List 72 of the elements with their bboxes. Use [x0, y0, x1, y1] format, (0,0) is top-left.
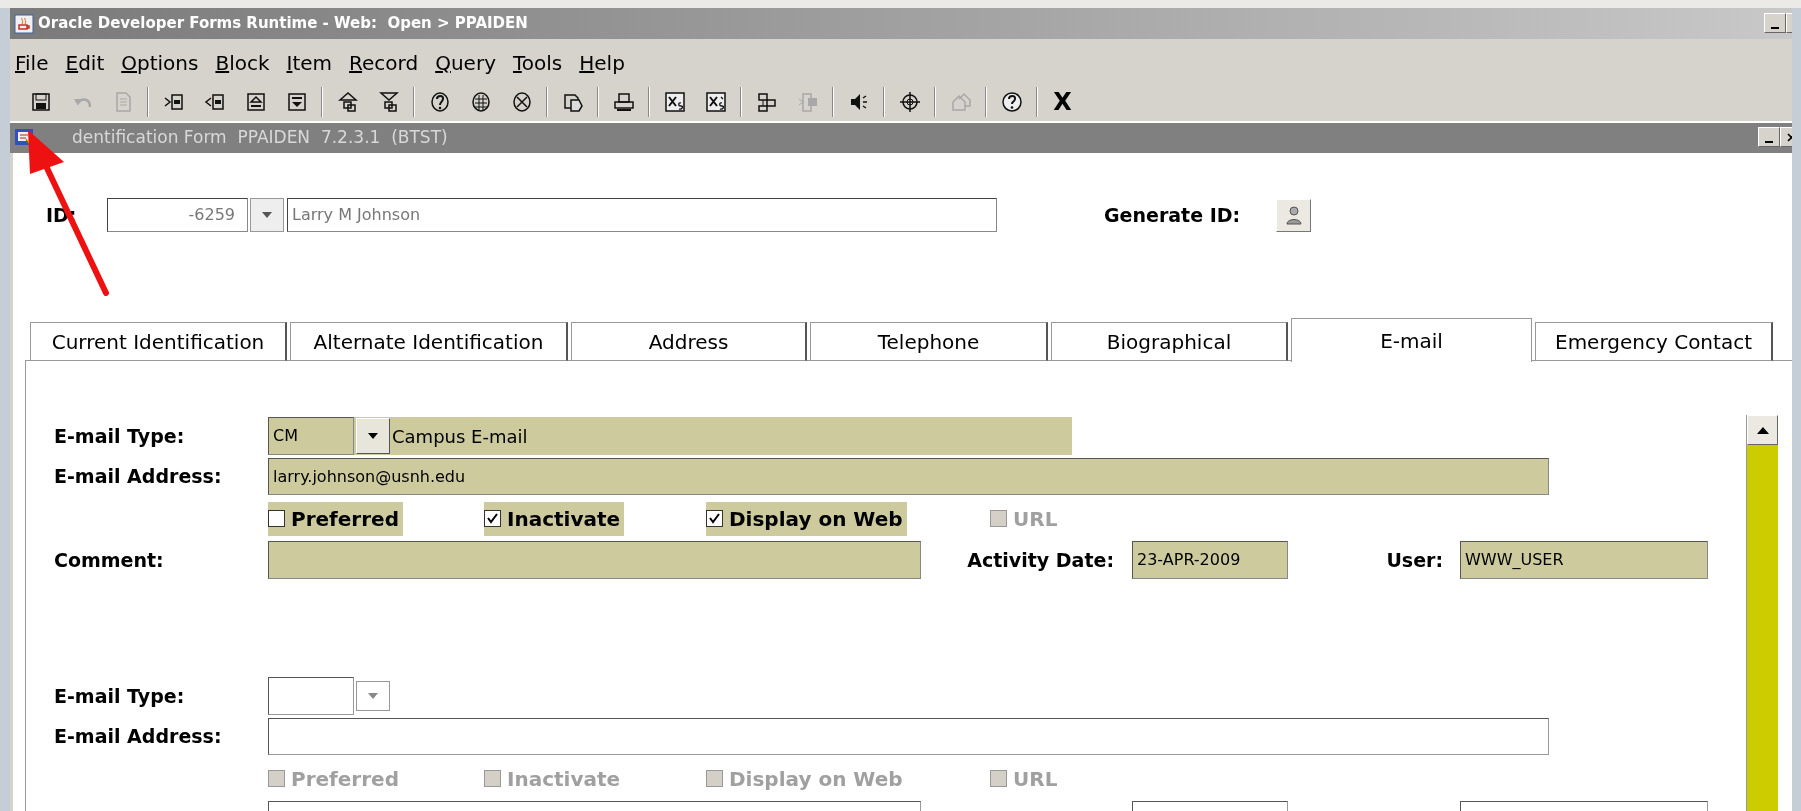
menu-item[interactable]: Edit — [65, 48, 105, 78]
activity-date-label: Activity Date: — [967, 547, 1114, 573]
checkbox-box[interactable] — [484, 510, 501, 527]
documents-icon — [561, 91, 584, 113]
person-icon — [1284, 205, 1303, 225]
user-label: User: — [1386, 547, 1443, 573]
help-icon — [1000, 91, 1023, 113]
down-stack-icon — [377, 91, 400, 113]
arrow-panel-icon — [162, 91, 185, 113]
checkbox[interactable]: Preferred — [268, 501, 403, 536]
checkbox-box[interactable] — [706, 510, 723, 527]
menu-item[interactable]: Item — [286, 48, 333, 78]
tab[interactable]: Telephone — [810, 322, 1048, 361]
email-address-label: E-mail Address: — [54, 465, 222, 488]
menu-item[interactable]: Tools — [512, 48, 563, 78]
comment-label: Comment: — [54, 548, 164, 571]
form-title: dentification Form PPAIDEN 7.2.3.1 (BTST) — [72, 126, 448, 150]
menu-item[interactable]: File — [15, 48, 49, 78]
checkbox[interactable]: Inactivate — [484, 501, 625, 536]
tab[interactable]: Biographical — [1051, 322, 1288, 361]
cross-drum-icon — [510, 91, 533, 113]
question-drum-icon — [428, 91, 451, 113]
caret-icon — [261, 211, 273, 219]
name-field[interactable]: Larry M Johnson — [287, 198, 997, 232]
houses-icon — [949, 91, 972, 113]
scrollbar[interactable] — [1746, 415, 1778, 811]
grid-drum-icon — [469, 91, 492, 113]
xs-icon — [704, 91, 727, 113]
email-type-label: E-mail Type: — [54, 424, 185, 447]
printer-icon — [612, 91, 635, 113]
minimize-button[interactable] — [1764, 13, 1786, 33]
menu-item[interactable]: Block — [215, 48, 270, 78]
crosshair-icon — [898, 91, 921, 113]
cup-icon — [14, 13, 34, 34]
menu-item[interactable]: Options — [121, 48, 199, 78]
boxes-icon — [755, 91, 778, 113]
close-icon — [1786, 132, 1792, 142]
boxes-icon — [796, 91, 819, 113]
id-field[interactable]: -6259 — [107, 198, 248, 232]
checkbox[interactable]: Display on Web — [706, 501, 907, 536]
type-description: Campus E-mail — [392, 424, 528, 449]
email-address-label: E-mail Address: — [54, 725, 222, 748]
type-code-field[interactable]: CM — [268, 417, 354, 455]
tab[interactable]: E-mail — [1291, 318, 1532, 362]
generate-id-label: Generate ID: — [1104, 202, 1241, 228]
minimize-button[interactable] — [1758, 127, 1780, 147]
tab[interactable]: Alternate Identification — [290, 322, 568, 361]
caret-icon — [367, 692, 379, 700]
email-type-label: E-mail Type: — [54, 684, 185, 707]
tab[interactable]: Emergency Contact — [1535, 322, 1773, 361]
generate-id-button[interactable] — [1276, 198, 1312, 232]
undo-arrow-icon — [72, 95, 91, 109]
tab[interactable]: Current Identification — [30, 322, 287, 361]
tab[interactable]: Address — [571, 322, 807, 361]
email-address-field[interactable]: larry.johnson@usnh.edu — [268, 458, 1549, 495]
email-address-field[interactable] — [268, 718, 1549, 755]
menu-item[interactable]: Help — [579, 48, 625, 78]
scroll-up-button[interactable] — [1747, 415, 1778, 445]
exit-button[interactable]: X — [1042, 84, 1083, 120]
xs-icon — [663, 91, 686, 113]
menu-item[interactable]: Query — [435, 48, 496, 78]
caret-icon — [367, 432, 379, 440]
menu-item[interactable]: Record — [349, 48, 419, 78]
comment-field[interactable] — [268, 541, 921, 579]
user-field[interactable]: WWW_USER — [1460, 541, 1708, 579]
arrow-panel-icon — [203, 91, 226, 113]
activity-date-field[interactable]: 23-APR-2009 — [1132, 541, 1288, 579]
window-title: Oracle Developer Forms Runtime - Web: Open > PPAIDEN — [38, 13, 528, 35]
up-arrow-icon — [1756, 426, 1769, 434]
checkbox-box[interactable] — [268, 510, 285, 527]
up-stack-icon — [336, 91, 359, 113]
type-code-field[interactable] — [268, 677, 354, 715]
